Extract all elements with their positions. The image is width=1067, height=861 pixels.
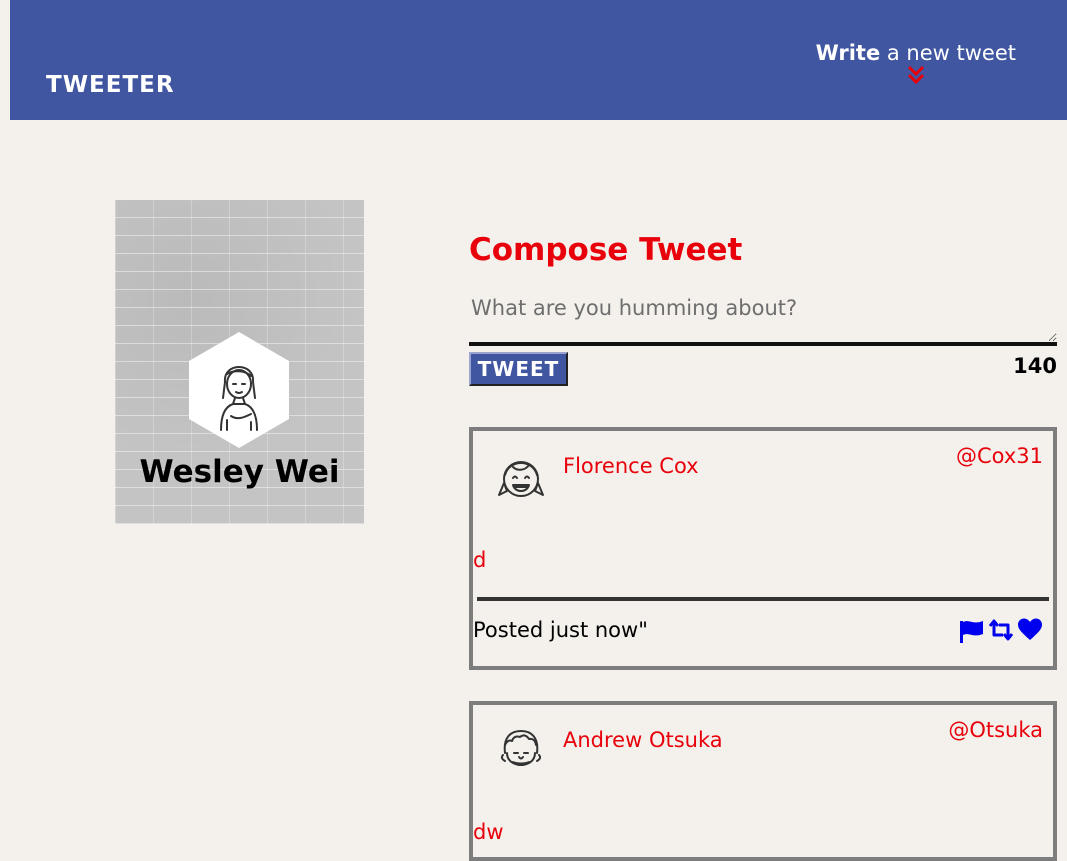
brand-logo[interactable]: TWEETER — [46, 70, 175, 100]
heart-icon[interactable] — [1017, 617, 1043, 643]
compose-controls: TWEET 140 — [469, 352, 1057, 392]
tweet-divider — [477, 597, 1049, 601]
girl-avatar-icon — [498, 461, 544, 497]
tweet-card: Andrew Otsuka @Otsuka dw — [469, 701, 1057, 861]
compose-tweet-section: Compose Tweet TWEET 140 — [469, 228, 1057, 392]
tweet-timestamp: Posted just now" — [473, 618, 648, 642]
tweet-input[interactable] — [469, 286, 1057, 346]
tweet-card: Florence Cox @Cox31 d Posted just now" — [469, 427, 1057, 670]
top-nav: TWEETER Write a new tweet — [10, 0, 1067, 120]
tweet-author-handle[interactable]: @Cox31 — [956, 441, 1043, 471]
tweet-button[interactable]: TWEET — [469, 352, 568, 386]
tweet-author-name[interactable]: Florence Cox — [563, 451, 699, 481]
profile-name: Wesley Wei — [139, 454, 340, 490]
tweet-body: d — [473, 548, 487, 572]
tweet-actions — [959, 617, 1043, 643]
tweet-author-name[interactable]: Andrew Otsuka — [563, 725, 723, 755]
double-chevron-down-icon[interactable] — [906, 64, 926, 86]
retweet-icon[interactable] — [987, 617, 1015, 643]
char-counter: 140 — [1013, 354, 1057, 378]
woman-avatar-icon — [189, 332, 289, 448]
tweet-body: dw — [473, 820, 504, 844]
compose-heading: Compose Tweet — [469, 232, 743, 268]
write-label-strong: Write — [815, 41, 881, 65]
tweet-author-handle[interactable]: @Otsuka — [948, 715, 1043, 745]
write-label-rest: a new tweet — [880, 41, 1016, 65]
curly-man-avatar-icon — [500, 730, 542, 766]
write-new-tweet-toggle[interactable]: Write a new tweet — [816, 38, 1016, 86]
profile-card: Wesley Wei — [115, 200, 364, 524]
flag-icon[interactable] — [959, 617, 985, 643]
